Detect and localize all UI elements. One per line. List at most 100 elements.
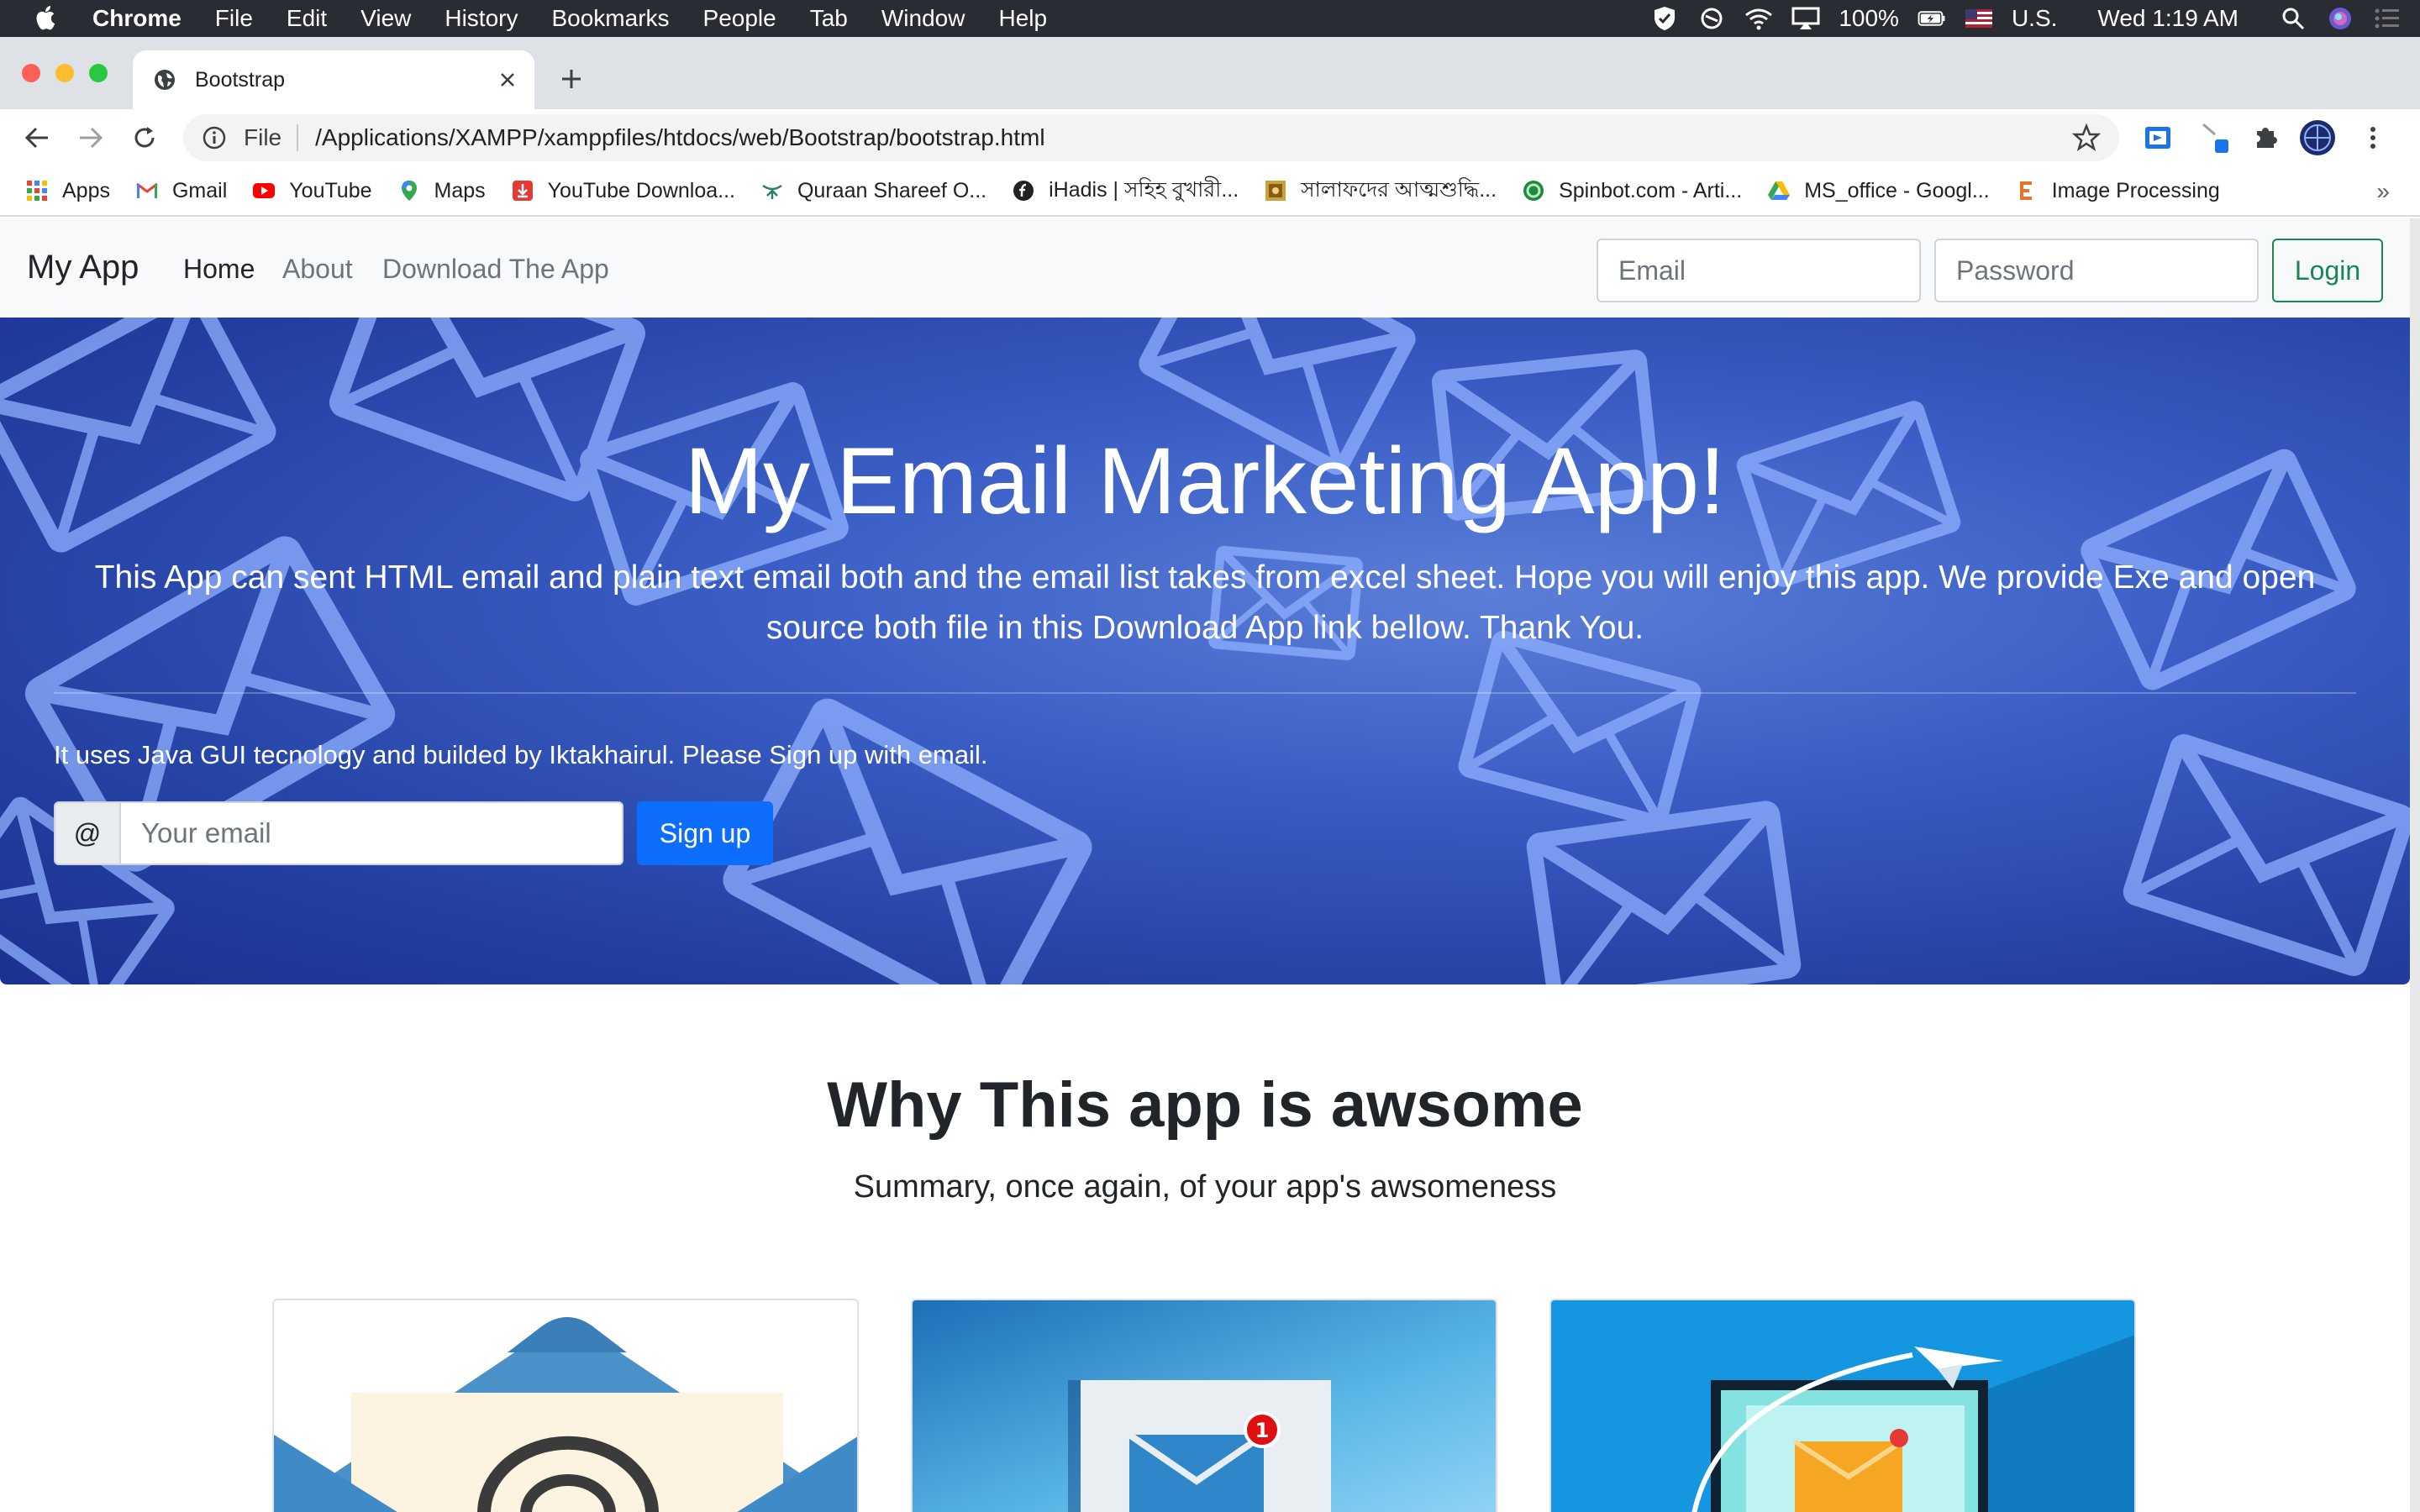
menu-people[interactable]: People bbox=[703, 5, 776, 32]
browser-tab-strip: Bootstrap bbox=[0, 37, 2420, 109]
back-arrow-icon[interactable] bbox=[18, 119, 55, 156]
hero-title: My Email Marketing App! bbox=[684, 428, 1726, 533]
bookmark-label: Quraan Shareef O... bbox=[797, 178, 987, 202]
chrome-menu-kebab-icon[interactable] bbox=[2354, 119, 2391, 156]
siri-icon[interactable] bbox=[2326, 6, 2354, 31]
quraan-icon bbox=[762, 184, 782, 199]
bookmark-gmail[interactable]: Gmail bbox=[135, 179, 227, 203]
navbar-password-input[interactable]: Password bbox=[1934, 239, 2259, 302]
menu-help[interactable]: Help bbox=[998, 5, 1047, 32]
bookmark-label: YouTube Downloa... bbox=[547, 178, 735, 202]
shield-icon[interactable] bbox=[1650, 6, 1679, 31]
hero-jumbotron: My Email Marketing App! This App can sen… bbox=[0, 318, 2410, 984]
bookmark-ihadis[interactable]: iHadis | সহিহ বুখারী... bbox=[1012, 173, 1239, 209]
notification-badge: 1 bbox=[1255, 1419, 1270, 1442]
bookmark-quraan[interactable]: Quraan Shareef O... bbox=[760, 179, 986, 203]
bookmark-maps[interactable]: Maps bbox=[397, 179, 486, 203]
menubar-clock[interactable]: Wed 1:19 AM bbox=[2097, 5, 2238, 32]
new-tab-plus-icon[interactable] bbox=[555, 62, 588, 96]
screen-capture-extension-icon[interactable] bbox=[2139, 119, 2176, 156]
spinbot-icon bbox=[1523, 181, 1544, 201]
menu-tab[interactable]: Tab bbox=[810, 5, 848, 32]
site-navbar: My App Home About Download The App Email… bbox=[0, 218, 2410, 318]
features-heading: Why This app is awsome bbox=[827, 1069, 1583, 1141]
login-button[interactable]: Login bbox=[2272, 239, 2383, 302]
airplay-icon[interactable] bbox=[1791, 6, 1820, 31]
bookmark-apps[interactable]: Apps bbox=[25, 179, 110, 203]
signup-email-input[interactable]: Your email bbox=[121, 801, 623, 865]
bookmark-youtube-downloader[interactable]: YouTube Downloa... bbox=[511, 179, 735, 203]
mail-notification-image: 1 bbox=[913, 1300, 1496, 1512]
feature-card-1 bbox=[272, 1299, 859, 1512]
hero-lead-text: This App can sent HTML email and plain t… bbox=[94, 559, 2316, 646]
menu-view[interactable]: View bbox=[360, 5, 411, 32]
google-drive-icon bbox=[1768, 181, 1791, 200]
battery-icon[interactable] bbox=[1918, 6, 1946, 31]
us-flag-icon[interactable] bbox=[1965, 6, 1993, 31]
bookmarks-overflow-chevron[interactable]: » bbox=[2376, 178, 2390, 205]
bookmark-salafder[interactable]: সালাফদের আত্মশুদ্ধি... bbox=[1264, 173, 1497, 209]
email-send-image bbox=[1551, 1300, 2134, 1512]
at-sign-prefix: @ bbox=[54, 801, 121, 865]
url-text[interactable]: /Applications/XAMPP/xamppfiles/htdocs/we… bbox=[315, 124, 2072, 151]
forward-arrow-icon[interactable] bbox=[72, 119, 109, 156]
window-close-button[interactable] bbox=[22, 64, 40, 82]
bookmark-image-processing[interactable]: Image Processing bbox=[2015, 179, 2220, 203]
menu-file[interactable]: File bbox=[215, 5, 253, 32]
ihadis-icon bbox=[1013, 181, 1034, 201]
url-separator bbox=[297, 124, 299, 151]
menu-history[interactable]: History bbox=[445, 5, 518, 32]
bookmark-label: Spinbot.com - Arti... bbox=[1559, 178, 1743, 202]
nav-link-home[interactable]: Home bbox=[183, 254, 255, 285]
menu-app-name[interactable]: Chrome bbox=[92, 5, 182, 32]
apple-icon[interactable] bbox=[34, 4, 59, 33]
window-zoom-button[interactable] bbox=[89, 64, 108, 82]
book-cover-icon bbox=[1265, 181, 1286, 201]
browser-toolbar: File /Applications/XAMPP/xamppfiles/htdo… bbox=[0, 109, 2420, 166]
bookmark-label: Gmail bbox=[171, 178, 228, 202]
tab-close-icon[interactable] bbox=[491, 63, 524, 97]
menubar-status-area: 100% U.S. Wed 1:19 AM bbox=[1632, 0, 2420, 37]
open-envelope-image bbox=[274, 1300, 857, 1512]
globe-icon bbox=[155, 70, 175, 90]
nav-link-about[interactable]: About bbox=[282, 254, 353, 285]
address-bar[interactable]: File /Applications/XAMPP/xamppfiles/htdo… bbox=[183, 114, 2119, 161]
menu-edit[interactable]: Edit bbox=[287, 5, 327, 32]
notification-center-icon[interactable] bbox=[2373, 6, 2402, 31]
bookmark-youtube[interactable]: YouTube bbox=[252, 179, 372, 203]
url-scheme-label: File bbox=[244, 124, 282, 150]
info-icon[interactable] bbox=[202, 125, 227, 150]
etutorial-icon bbox=[2019, 181, 2032, 200]
battery-percent: 100% bbox=[1839, 5, 1899, 31]
menu-window[interactable]: Window bbox=[881, 5, 965, 32]
bookmarks-bar: Apps Gmail YouTube Maps YouTube Downloa.… bbox=[0, 166, 2420, 217]
spotlight-search-icon[interactable] bbox=[2279, 6, 2307, 31]
signup-button[interactable]: Sign up bbox=[637, 801, 773, 865]
navbar-brand[interactable]: My App bbox=[27, 249, 139, 286]
wifi-icon[interactable] bbox=[1744, 6, 1773, 31]
tab-title: Bootstrap bbox=[195, 67, 286, 92]
features-subheading: Summary, once again, of your app's awsom… bbox=[853, 1169, 1557, 1205]
window-minimize-button[interactable] bbox=[55, 64, 74, 82]
menu-bookmarks[interactable]: Bookmarks bbox=[551, 5, 669, 32]
navbar-email-input[interactable]: Email bbox=[1597, 239, 1921, 302]
bookmark-star-icon[interactable] bbox=[2072, 123, 2101, 152]
youtube-icon bbox=[253, 183, 276, 198]
nav-link-download[interactable]: Download The App bbox=[382, 254, 609, 285]
hero-divider bbox=[54, 692, 2356, 694]
hero-subtext: It uses Java GUI tecnology and builded b… bbox=[54, 740, 988, 769]
download-icon bbox=[512, 181, 533, 201]
cursor-extension-icon[interactable] bbox=[2196, 119, 2233, 156]
input-source-label[interactable]: U.S. bbox=[2012, 5, 2057, 32]
macos-menubar: Chrome File Edit View History Bookmarks … bbox=[0, 0, 2420, 37]
maps-pin-icon bbox=[401, 181, 417, 201]
browser-tab-active[interactable]: Bootstrap bbox=[133, 50, 534, 109]
extensions-puzzle-icon[interactable] bbox=[2247, 119, 2284, 156]
do-not-disturb-icon[interactable] bbox=[1697, 6, 1726, 31]
bookmark-ms-office[interactable]: MS_office - Googl... bbox=[1767, 179, 1990, 203]
profile-avatar[interactable] bbox=[2299, 119, 2336, 156]
feature-card-2: 1 bbox=[911, 1299, 1497, 1512]
bookmark-spinbot[interactable]: Spinbot.com - Arti... bbox=[1522, 179, 1742, 203]
bookmark-label: iHadis | সহিহ বুখারী... bbox=[1049, 177, 1239, 202]
reload-icon[interactable] bbox=[126, 119, 163, 156]
